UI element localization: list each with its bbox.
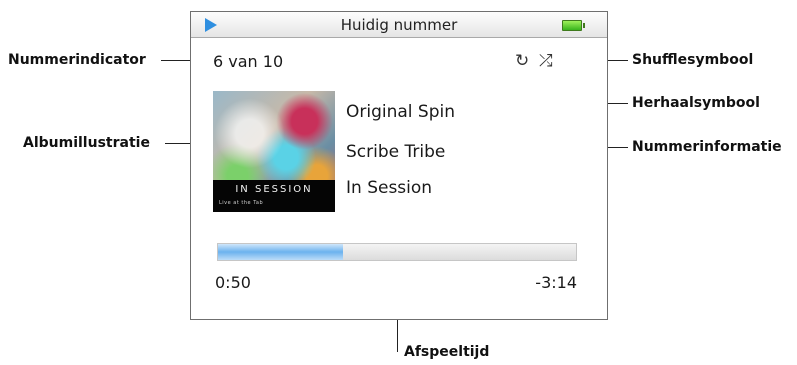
callout-album-art: Albumillustratie — [23, 135, 150, 151]
repeat-icon[interactable]: ↻ — [515, 52, 529, 70]
callout-track-indicator: Nummerindicator — [8, 52, 146, 68]
progress-bar[interactable] — [217, 243, 577, 261]
artwork-caption-band: IN SESSION Live at the Tab — [213, 180, 335, 212]
song-title: Original Spin — [346, 102, 456, 122]
artist-name: Scribe Tribe — [346, 142, 446, 162]
remaining-time: -3:14 — [535, 273, 577, 292]
progress-fill — [218, 244, 343, 260]
callout-shuffle: Shufflesymbool — [632, 52, 754, 68]
elapsed-time: 0:50 — [215, 273, 251, 292]
album-artwork: IN SESSION Live at the Tab — [213, 91, 335, 212]
screen-title: Huidig nummer — [340, 16, 458, 34]
album-name: In Session — [346, 178, 433, 198]
now-playing-screen: Huidig nummer 6 van 10 ↻ ⤮ IN SESSION Li… — [190, 11, 608, 320]
artwork-title: IN SESSION — [235, 184, 313, 195]
callout-playtime: Afspeeltijd — [404, 344, 490, 360]
track-counter: 6 van 10 — [213, 52, 284, 71]
battery-icon — [562, 20, 585, 31]
title-bar: Huidig nummer — [191, 12, 607, 38]
shuffle-icon[interactable]: ⤮ — [539, 52, 553, 70]
callout-song-info: Nummerinformatie — [632, 139, 782, 155]
callout-repeat: Herhaalsymbool — [632, 95, 760, 111]
artwork-subtitle: Live at the Tab — [219, 200, 264, 206]
